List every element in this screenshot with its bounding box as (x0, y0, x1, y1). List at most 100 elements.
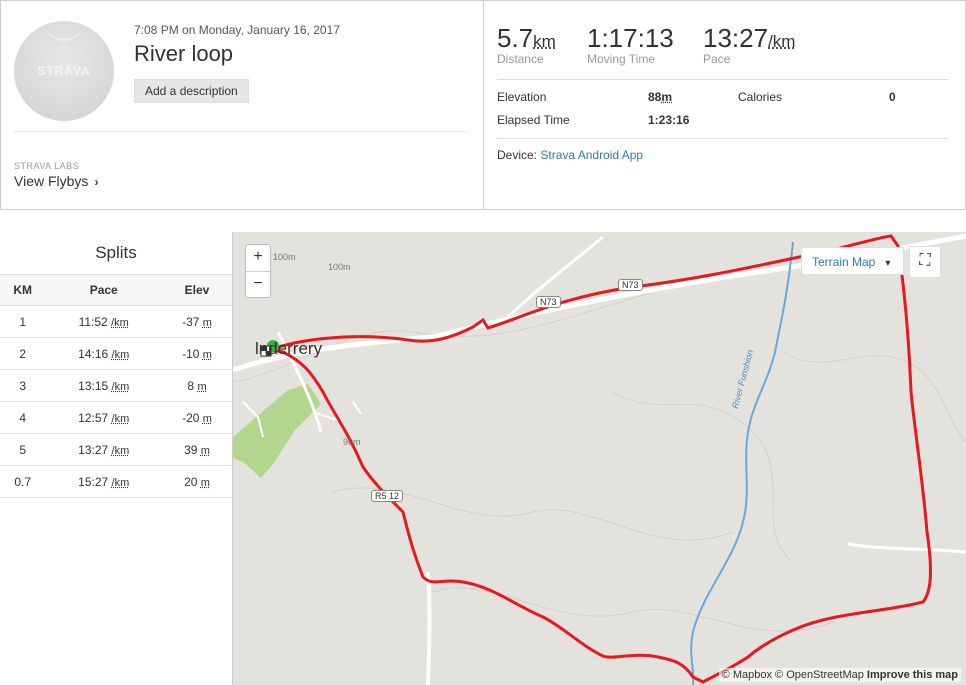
stat-distance: 5.7km Distance (497, 23, 556, 66)
caret-down-icon: ▾ (885, 258, 891, 269)
column-header-elev: Elev (162, 275, 232, 306)
split-km: 5 (0, 433, 46, 466)
splits-title: Splits (0, 232, 232, 275)
pace-unit: /km (111, 412, 130, 425)
split-elev: -20 m (162, 401, 232, 434)
column-header-km: KM (0, 275, 46, 306)
split-pace: 13:15 /km (45, 369, 163, 402)
splits-table: KM Pace Elev 1 11:52 /km -37 m 2 14:16 /km -1… (0, 275, 232, 498)
contour-line (612, 391, 794, 563)
activity-title: River loop (134, 41, 234, 66)
split-pace-value: 11:52 (78, 314, 108, 329)
elapsed-time-value: 1:23:16 (648, 113, 690, 127)
strava-labs-label: STRAVA LABS (14, 161, 80, 171)
split-row: 4 12:57 /km -20 m (0, 401, 232, 434)
pace-unit: /km (111, 316, 129, 329)
device-label: Device: (497, 148, 538, 162)
moving-time-value: 1:17:13 (587, 23, 674, 53)
terrain-map-dropdown[interactable]: Terrain Map ▾ (801, 247, 904, 275)
view-flybys-link[interactable]: View Flybys › (14, 173, 98, 189)
distance-label: Distance (497, 52, 544, 66)
stat-moving-time: 1:17:13 Moving Time (587, 23, 674, 66)
split-elev: 39 m (162, 433, 232, 466)
elevation-number: 88 (648, 90, 662, 104)
zoom-in-button[interactable]: + (246, 245, 270, 271)
split-km: 3 (0, 369, 46, 402)
river-funshion (690, 241, 794, 685)
split-km: 4 (0, 401, 46, 434)
split-row: 1 11:52 /km -37 m (0, 305, 232, 338)
split-pace: 13:27 /km (45, 433, 163, 466)
contour-label-90: 90m (343, 437, 361, 447)
contour-label-100: 100m (328, 262, 351, 272)
split-pace: 12:57 /km (45, 401, 163, 434)
stat-pace: 13:27/km Pace (703, 23, 795, 66)
moving-time-label: Moving Time (587, 52, 656, 66)
split-elev: -10 m (162, 337, 232, 370)
split-row: 3 13:15 /km 8 m (0, 369, 232, 402)
calories-value: 0 (889, 90, 896, 104)
osm-attribution-link[interactable]: © OpenStreetMap (775, 669, 864, 681)
elevation-value: 88m (648, 90, 672, 104)
split-elev-value: -20 (182, 410, 200, 425)
split-km: 0.7 (0, 465, 46, 498)
chevron-right-icon: › (94, 175, 99, 189)
add-description-button[interactable]: Add a description (134, 79, 249, 103)
pace-unit: /km (111, 348, 130, 361)
distance-unit: km (533, 32, 556, 51)
elev-unit: m (202, 348, 212, 361)
route-map[interactable]: lnderrery N73 N73 R5 12 100m 100m 90m Ri… (232, 232, 966, 685)
elev-unit: m (202, 412, 212, 425)
split-elev-value: 8 (187, 378, 195, 393)
fullscreen-icon: ⛶ (919, 252, 931, 269)
strava-logo: STRAVA (37, 64, 91, 78)
split-elev: 20 m (162, 465, 232, 498)
improve-map-link[interactable]: Improve this map (867, 669, 958, 681)
elev-unit: m (200, 476, 210, 489)
splits-panel: Splits KM Pace Elev 1 11:52 /km -37 m 2 14:1… (0, 232, 232, 498)
avatar-collar-shape (44, 21, 84, 41)
device-info: Device: Strava Android App (497, 148, 643, 162)
elev-unit: m (200, 444, 210, 457)
pace-unit: /km (111, 444, 130, 457)
contour-line (432, 587, 834, 632)
divider (14, 131, 467, 132)
activity-date: 7:08 PM on Monday, January 16, 2017 (134, 23, 340, 37)
elev-unit: m (197, 380, 207, 393)
split-pace: 14:16 /km (45, 337, 163, 370)
elapsed-time-label: Elapsed Time (497, 113, 570, 127)
pace-unit: /km (111, 476, 130, 489)
fullscreen-button[interactable]: ⛶ (909, 246, 941, 278)
map-town-label: lnderrery (255, 339, 323, 358)
route-line (265, 234, 932, 684)
column-header-pace: Pace (45, 275, 163, 306)
split-pace-value: 13:27 (78, 442, 109, 457)
split-pace-value: 12:57 (78, 410, 109, 425)
split-pace-value: 15:27 (78, 474, 109, 489)
split-elev-value: -37 (182, 314, 200, 329)
divider (497, 138, 949, 139)
split-km: 1 (0, 305, 46, 338)
distance-value: 5.7 (497, 23, 534, 53)
map-canvas (233, 233, 966, 685)
calories-label: Calories (738, 90, 783, 104)
road-label-n73: N73 (618, 279, 643, 291)
contour-line (782, 351, 966, 442)
split-elev: 8 m (162, 369, 232, 402)
split-km: 2 (0, 337, 46, 370)
split-elev-value: 39 (184, 442, 198, 457)
split-pace-value: 14:16 (78, 346, 109, 361)
map-attribution: © Mapbox © OpenStreetMap Improve this ma… (718, 668, 961, 682)
mapbox-attribution-link[interactable]: © Mapbox (722, 669, 772, 681)
terrain-map-label: Terrain Map (812, 255, 876, 269)
zoom-out-button[interactable]: − (246, 271, 270, 298)
split-row: 2 14:16 /km -10 m (0, 337, 232, 370)
activity-header: STRAVA 7:08 PM on Monday, January 16, 20… (1, 1, 484, 209)
device-link[interactable]: Strava Android App (540, 148, 643, 162)
athlete-avatar[interactable]: STRAVA (14, 21, 114, 121)
split-elev-value: 20 (184, 474, 198, 489)
activity-summary: STRAVA 7:08 PM on Monday, January 16, 20… (0, 0, 966, 210)
road-label-r512: R5 12 (371, 490, 404, 502)
pace-label: Pace (703, 52, 731, 66)
elev-unit: m (202, 316, 212, 329)
